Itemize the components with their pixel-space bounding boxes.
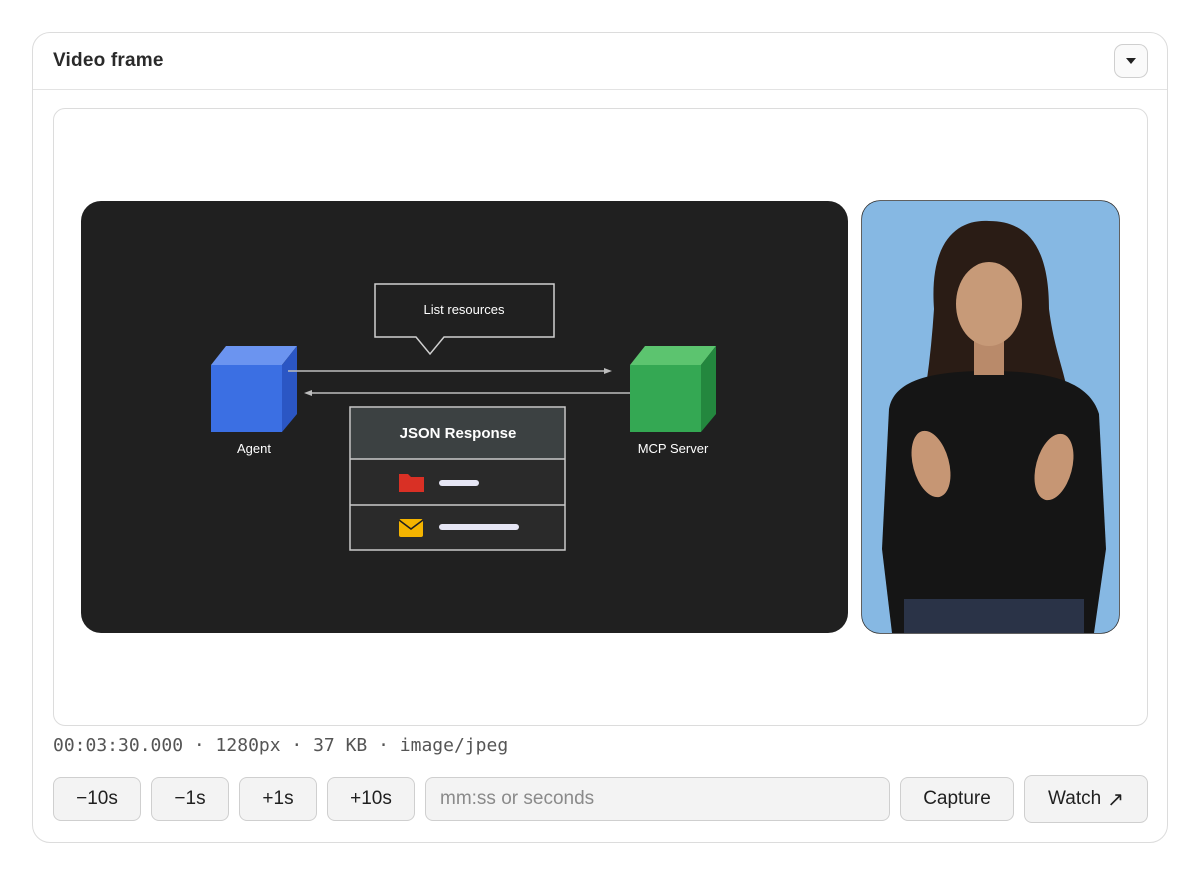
watch-button[interactable]: Watch ↗	[1024, 775, 1148, 823]
frame-metadata: 00:03:30.000 · 1280px · 37 KB · image/jp…	[53, 735, 509, 756]
chevron-down-icon	[1126, 58, 1136, 64]
mcp-server-cube-icon	[630, 346, 716, 432]
json-response-table: JSON Response	[349, 406, 566, 551]
agent-cube-icon	[211, 346, 297, 432]
capture-button[interactable]: Capture	[900, 777, 1014, 821]
watch-label: Watch	[1048, 788, 1102, 809]
frame-image: List resources Agent MCP Server JSON Res…	[81, 200, 1120, 634]
video-frame-panel: Video frame List resources Agent MCP Ser…	[32, 32, 1168, 843]
timestamp-input[interactable]	[425, 777, 890, 821]
video-frame-preview: List resources Agent MCP Server JSON Res…	[53, 108, 1148, 726]
external-arrow-icon: ↗	[1107, 788, 1124, 811]
panel-title: Video frame	[53, 50, 164, 71]
agent-label: Agent	[237, 441, 271, 456]
mcp-server-label: MCP Server	[638, 441, 709, 456]
back-10s-button[interactable]: −10s	[53, 777, 141, 821]
json-response-header: JSON Response	[400, 425, 517, 442]
frame-controls: −10s −1s +1s +10s Capture Watch ↗	[53, 775, 1148, 823]
forward-10s-button[interactable]: +10s	[327, 777, 415, 821]
forward-1s-button[interactable]: +1s	[239, 777, 317, 821]
presenter-video	[861, 200, 1120, 634]
collapse-button[interactable]	[1114, 44, 1148, 78]
panel-header: Video frame	[33, 33, 1167, 90]
bubble-text: List resources	[424, 302, 505, 317]
back-1s-button[interactable]: −1s	[151, 777, 229, 821]
folder-placeholder-line	[439, 480, 479, 486]
mail-placeholder-line	[439, 524, 519, 530]
mail-icon	[398, 519, 424, 537]
